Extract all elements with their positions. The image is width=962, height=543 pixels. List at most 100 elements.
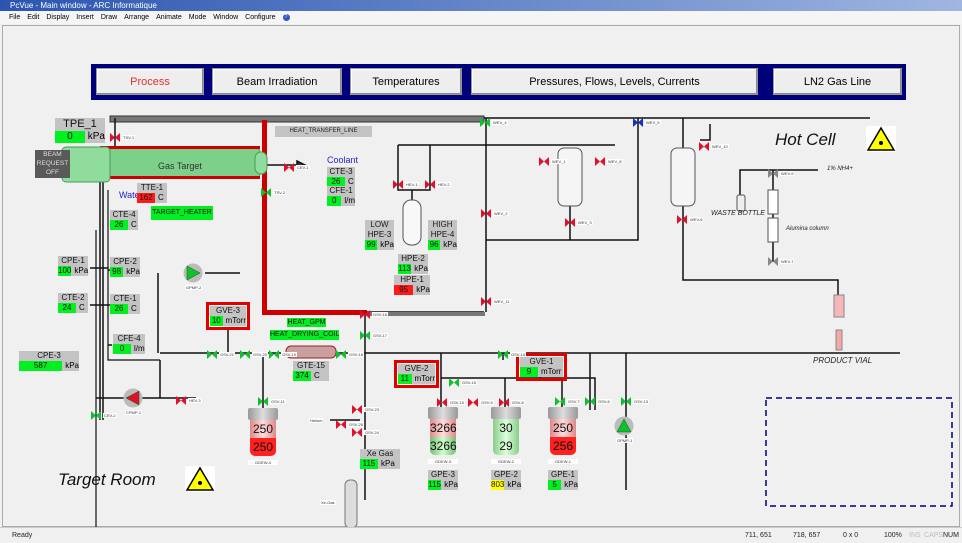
gauge-gte-15[interactable]: GTE-15 374 C xyxy=(293,361,329,381)
heat-gpm-button[interactable]: HEAT_GPM xyxy=(287,318,326,327)
cursor-position: 711, 651 xyxy=(745,532,772,539)
tab-pressures-flows[interactable]: Pressures, Flows, Levels, Currents xyxy=(471,68,758,95)
gauge-hpe-1[interactable]: HPE-1 95 kPa xyxy=(394,275,430,295)
target-room-title: Target Room xyxy=(58,470,156,489)
gauge-gve-1[interactable]: GVE-1 9 mTorr xyxy=(516,353,567,381)
valve-tag: WEV_8 xyxy=(607,159,623,164)
valve-tsv-2[interactable] xyxy=(261,184,271,197)
pump-cpmp-1[interactable] xyxy=(123,388,143,408)
gauge-cfe-1[interactable]: CFE-1 0 l/m xyxy=(327,186,355,206)
valve-gsv-20[interactable] xyxy=(240,346,250,359)
pump-gpmp-2[interactable] xyxy=(183,263,203,283)
valve-wev-7[interactable] xyxy=(768,253,778,266)
gauge-tpe_1[interactable]: TPE_1 0 kPa xyxy=(55,118,105,143)
valve-wev_4[interactable] xyxy=(480,114,490,127)
valve-icon xyxy=(437,398,447,407)
valve-wev-9[interactable] xyxy=(768,165,778,178)
valve-wev_5[interactable] xyxy=(633,114,643,127)
valve-gsv-6[interactable] xyxy=(585,393,595,406)
gauge-cte-3[interactable]: CTE-3 26 C xyxy=(327,167,355,187)
pump-tag: CPMP-1 xyxy=(125,410,143,415)
valve-tsv-1[interactable] xyxy=(110,129,120,142)
gauge-unit: kPa xyxy=(411,264,428,274)
valve-gsv-21[interactable] xyxy=(207,346,217,359)
valve-hev-1[interactable] xyxy=(393,176,403,189)
valve-tag: GSV-8 xyxy=(511,400,525,405)
valve-wev_8[interactable] xyxy=(595,153,605,166)
heat-drying-coil-button[interactable]: HEAT_DRYING_COIL xyxy=(270,330,339,340)
valve-gsv-23[interactable] xyxy=(352,401,362,414)
gauge-unit: l/m xyxy=(131,344,145,354)
gauge-hpe-4[interactable]: HPE-4 96 kPa xyxy=(428,230,457,250)
tab-process[interactable]: Process xyxy=(96,68,204,95)
valve-gsv-9[interactable] xyxy=(468,394,478,407)
gauge-value: 98 xyxy=(110,267,124,277)
beam-request-button[interactable]: BEAM REQUEST OFF xyxy=(35,150,70,178)
valve-tag: GSV-15 xyxy=(461,380,478,385)
valve-gsv-7[interactable] xyxy=(555,393,565,406)
gauge-cpe-3[interactable]: CPE-3 587 kPa xyxy=(19,351,79,371)
gauge-gpe-1[interactable]: GPE-1 5 kPa xyxy=(548,470,578,490)
valve-icon xyxy=(621,397,631,406)
valve-wev_2[interactable] xyxy=(481,205,491,218)
target-heater-button[interactable]: TARGET_HEATER xyxy=(151,206,213,220)
tab-beam-irradiation[interactable]: Beam Irradiation xyxy=(212,68,342,95)
gauge-cpe-2[interactable]: CPE-2 98 kPa xyxy=(110,257,140,277)
valve-wev_3[interactable] xyxy=(565,214,575,227)
valve-gsv-18[interactable] xyxy=(336,346,346,359)
gauge-cte-2[interactable]: CTE-2 24 C xyxy=(58,293,88,313)
valve-tag: GSV-24 xyxy=(364,430,381,435)
gauge-label: HPE-4 xyxy=(428,230,457,240)
valve-tag: GSV-25 xyxy=(348,422,365,427)
gauge-gpe-2[interactable]: GPE-2 803 kPa xyxy=(491,470,522,490)
gauge-value: 26 xyxy=(110,304,128,314)
valve-gsv-19[interactable] xyxy=(269,346,279,359)
valve-tag: WEV_10 xyxy=(711,144,729,149)
valve-hev-2[interactable] xyxy=(425,176,435,189)
gauge-xe[interactable]: Xe Gas Pres115kPa xyxy=(360,449,400,469)
gauge-cpe-1[interactable]: CPE-1 100 kPa xyxy=(58,256,89,276)
valve-wev_11[interactable] xyxy=(481,293,491,306)
gauge-unit: C xyxy=(311,371,329,381)
valve-hev-3[interactable] xyxy=(176,392,186,405)
valve-tag: GSV-13 xyxy=(633,399,650,404)
dewar-tag: GDEW-1 xyxy=(548,459,578,464)
tab-temperatures[interactable]: Temperatures xyxy=(350,68,462,95)
gauge-cfe-4[interactable]: CFE-4 0 l/m xyxy=(113,334,145,354)
dewar-top-value: 250 xyxy=(550,419,576,437)
gauge-cte-1[interactable]: CTE-1 26 C xyxy=(110,294,140,314)
pump-gpmp-1[interactable] xyxy=(614,416,634,436)
valve-cev-2[interactable] xyxy=(91,407,101,420)
valve-gsv-11[interactable] xyxy=(258,393,268,406)
gauge-gve-3[interactable]: GVE-3 10 mTorr xyxy=(206,302,250,330)
gauge-gpe-3[interactable]: GPE-3 115 kPa xyxy=(428,470,458,490)
gauge-gve-2[interactable]: GVE-2 11 mTorr xyxy=(394,360,439,388)
valve-gsv-16[interactable] xyxy=(360,306,370,319)
gauge-value: 100 xyxy=(58,266,72,276)
valve-gsv-8[interactable] xyxy=(499,394,509,407)
valve-icon xyxy=(480,118,490,127)
gauge-hpe-2[interactable]: HPE-2 113 kPa xyxy=(398,254,428,274)
tab-ln2-gas-line[interactable]: LN2 Gas Line xyxy=(773,68,902,95)
valve-cev-1[interactable] xyxy=(284,159,294,172)
valve-icon xyxy=(633,118,643,127)
valve-wev_10[interactable] xyxy=(699,138,709,151)
valve-gsv-17[interactable] xyxy=(360,327,370,340)
gauge-tte-1[interactable]: TTE-1 162 C xyxy=(137,183,167,203)
gauge-label: CTE-3 xyxy=(327,167,355,177)
valve-gsv-13[interactable] xyxy=(621,393,631,406)
pump-icon xyxy=(614,416,634,436)
valve-gsv-10[interactable] xyxy=(437,394,447,407)
valve-wev-6[interactable] xyxy=(677,211,687,224)
valve-gsv-14[interactable] xyxy=(498,346,508,359)
dewar-bottom-value: 3266 xyxy=(430,437,457,455)
valve-gsv-15[interactable] xyxy=(449,374,459,387)
gauge-cte-4[interactable]: CTE-4 26 C xyxy=(110,210,138,230)
valve-gsv-25[interactable] xyxy=(336,416,346,429)
valve-icon xyxy=(284,163,294,172)
dewar-tag: GDEW-3 xyxy=(428,459,458,464)
valve-wev_1[interactable] xyxy=(539,153,549,166)
gauge-hpe-3[interactable]: HPE-3 99 kPa xyxy=(365,230,394,250)
valve-tag: WEV_11 xyxy=(493,299,511,304)
dewar-bottom-value: 29 xyxy=(493,437,519,455)
